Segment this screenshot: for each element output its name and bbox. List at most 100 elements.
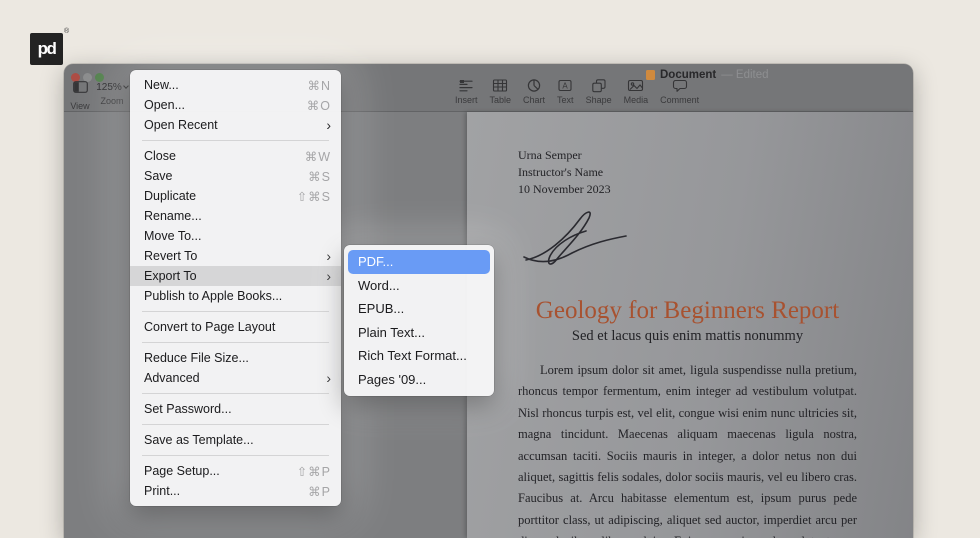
chevron-down-icon	[122, 83, 129, 89]
menu-item-label: Close	[144, 149, 176, 163]
menu-item-save-as-template[interactable]: Save as Template...	[130, 430, 341, 450]
submenu-item-pdf[interactable]: PDF...	[348, 250, 490, 274]
menu-item-convert-to-page-layout[interactable]: Convert to Page Layout	[130, 317, 341, 337]
submenu-arrow-icon: ›	[326, 268, 331, 284]
menu-item-revert-to[interactable]: Revert To ›	[130, 246, 341, 266]
table-icon	[492, 78, 508, 93]
table-button[interactable]: Table	[484, 78, 518, 105]
media-button[interactable]: Media	[618, 78, 655, 105]
comment-button[interactable]: Comment	[654, 78, 705, 105]
menu-item-label: Rename...	[144, 209, 202, 223]
sidebar-view-icon	[72, 80, 88, 97]
menu-item-advanced[interactable]: Advanced ›	[130, 368, 341, 388]
menu-separator	[142, 455, 329, 456]
menu-item-publish-to-apple-books[interactable]: Publish to Apple Books...	[130, 286, 341, 306]
menu-item-reduce-file-size[interactable]: Reduce File Size...	[130, 348, 341, 368]
menu-item-label: Open...	[144, 98, 185, 112]
submenu-item-label: Rich Text Format...	[358, 348, 467, 364]
svg-text:A: A	[563, 82, 569, 91]
menu-item-label: Reduce File Size...	[144, 351, 249, 365]
comment-button-label: Comment	[660, 95, 700, 105]
document-page[interactable]: Urna Semper Instructor's Name 10 Novembe…	[467, 112, 913, 538]
menu-item-rename[interactable]: Rename...	[130, 206, 341, 226]
menu-item-set-password[interactable]: Set Password...	[130, 399, 341, 419]
shape-button-label: Shape	[585, 95, 612, 105]
menu-item-label: Set Password...	[144, 402, 232, 416]
insert-button[interactable]: Insert	[449, 78, 484, 105]
menu-item-label: Convert to Page Layout	[144, 320, 276, 334]
menu-item-label: Save as Template...	[144, 433, 254, 447]
menu-item-print[interactable]: Print... ⌘P	[130, 481, 341, 501]
submenu-arrow-icon: ›	[326, 117, 331, 133]
registered-trademark-mark: ®	[64, 28, 70, 35]
submenu-item-rich-text-format[interactable]: Rich Text Format...	[348, 344, 490, 368]
document-subheading: Sed et lacus quis enim mattis nonummy	[571, 328, 804, 344]
menu-item-label: Save	[144, 169, 173, 183]
insert-button-label: Insert	[455, 95, 478, 105]
menu-item-shortcut: ⇧⌘S	[296, 189, 331, 204]
menu-separator	[142, 424, 329, 425]
pandadoc-logo: pd	[30, 33, 63, 65]
submenu-item-label: Pages '09...	[358, 371, 427, 387]
chart-button-label: Chart	[523, 95, 546, 105]
menu-item-shortcut: ⌘P	[308, 484, 331, 499]
menu-item-export-to[interactable]: Export To ›	[130, 266, 341, 286]
document-body: Lorem ipsum dolor sit amet, ligula suspe…	[518, 360, 857, 538]
menu-item-move-to[interactable]: Move To...	[130, 226, 341, 246]
zoom-level-value: 125%	[96, 82, 122, 93]
body-paragraph: Lorem ipsum dolor sit amet, ligula suspe…	[518, 363, 857, 538]
menu-separator	[142, 342, 329, 343]
zoom-control-label: Zoom	[100, 96, 124, 106]
menu-item-close[interactable]: Close ⌘W	[130, 146, 341, 166]
window-title: Document — Edited	[646, 69, 769, 81]
menu-item-label: Open Recent	[144, 118, 218, 132]
menu-item-label: Duplicate	[144, 189, 197, 203]
menu-item-open-recent[interactable]: Open Recent ›	[130, 115, 341, 135]
text-icon: A	[557, 78, 573, 93]
menu-separator	[142, 311, 329, 312]
document-author: Urna Semper	[518, 148, 582, 162]
menu-item-label: Publish to Apple Books...	[144, 289, 283, 303]
document-header-block: Urna Semper Instructor's Name 10 Novembe…	[518, 147, 857, 198]
file-menu: New... ⌘N Open... ⌘O Open Recent › Close…	[130, 70, 341, 506]
menu-item-duplicate[interactable]: Duplicate ⇧⌘S	[130, 186, 341, 206]
menu-item-label: Move To...	[144, 229, 202, 243]
submenu-arrow-icon: ›	[326, 370, 331, 386]
insert-toolbar-group: Insert Table Chart A Text Shape Media Co…	[449, 78, 705, 105]
menu-separator	[142, 393, 329, 394]
document-title-text: Document	[660, 69, 717, 81]
menu-item-open[interactable]: Open... ⌘O	[130, 95, 341, 115]
submenu-item-epub[interactable]: EPUB...	[348, 297, 490, 321]
document-heading: Geology for Beginners Report	[535, 297, 840, 324]
shape-icon	[591, 78, 607, 93]
submenu-item-plain-text[interactable]: Plain Text...	[348, 321, 490, 345]
menu-item-label: Advanced	[144, 371, 200, 385]
menu-separator	[142, 140, 329, 141]
shape-button[interactable]: Shape	[580, 78, 618, 105]
insert-icon	[458, 78, 474, 93]
text-button[interactable]: A Text	[551, 78, 580, 105]
text-button-label: Text	[557, 95, 574, 105]
menu-item-new[interactable]: New... ⌘N	[130, 75, 341, 95]
document-date: 10 November 2023	[518, 182, 611, 196]
submenu-item-word[interactable]: Word...	[348, 274, 490, 298]
menu-item-label: Export To	[144, 269, 197, 283]
chart-button[interactable]: Chart	[517, 78, 551, 105]
submenu-item-pages-09[interactable]: Pages '09...	[348, 368, 490, 392]
document-instructor: Instructor's Name	[518, 165, 604, 179]
menu-item-shortcut: ⌘W	[304, 149, 331, 164]
zoom-control[interactable]: 125% Zoom	[92, 82, 132, 106]
menu-item-shortcut: ⌘O	[306, 98, 331, 113]
submenu-item-label: PDF...	[358, 254, 394, 270]
menu-item-save[interactable]: Save ⌘S	[130, 166, 341, 186]
view-menu-button[interactable]: View	[66, 80, 94, 111]
zoom-window-button[interactable]	[95, 73, 104, 82]
view-button-label: View	[70, 101, 90, 111]
menu-item-page-setup[interactable]: Page Setup... ⇧⌘P	[130, 461, 341, 481]
media-button-label: Media	[623, 95, 649, 105]
signature-image	[520, 206, 857, 273]
menu-item-label: Page Setup...	[144, 464, 220, 478]
menu-item-shortcut: ⌘S	[308, 169, 331, 184]
chart-icon	[526, 78, 542, 93]
document-file-icon	[646, 70, 655, 80]
